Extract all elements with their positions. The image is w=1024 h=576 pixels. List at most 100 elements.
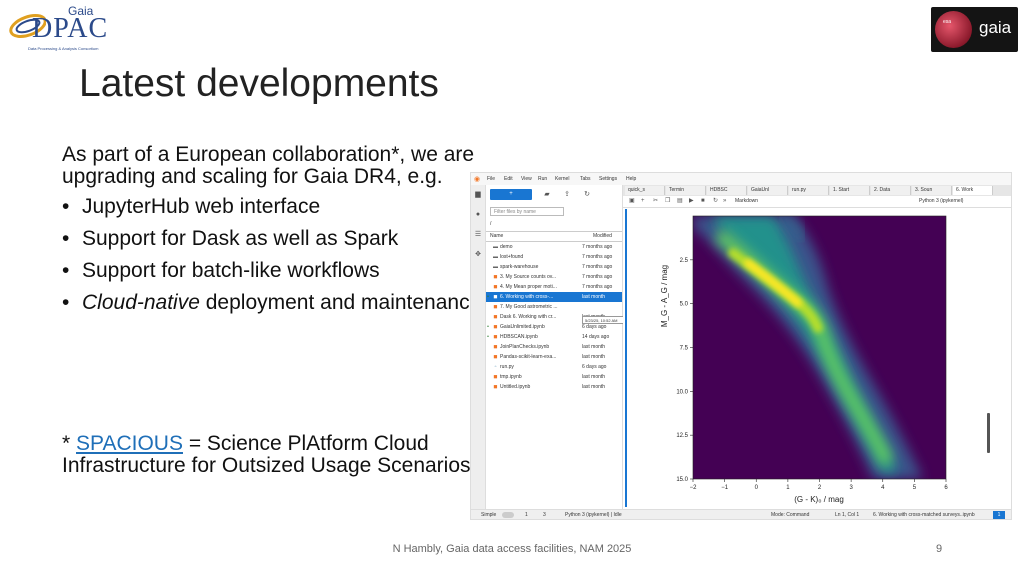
cursor-position[interactable]: Ln 1, Col 1	[835, 510, 859, 519]
kernel-status[interactable]: Python 3 (ipykernel) | Idle	[565, 510, 622, 519]
menu-tabs[interactable]: Tabs	[580, 176, 591, 182]
esa-gaia-logo: esa gaia	[931, 7, 1018, 52]
menu-edit[interactable]: Edit	[504, 176, 513, 182]
notebook-icon: ◼	[493, 314, 498, 320]
file-name: 4. My Mean proper moti...	[500, 284, 557, 290]
command-mode: Mode: Command	[771, 512, 810, 518]
jupyter-logo-icon: ◉	[474, 176, 481, 183]
file-row[interactable]: ▫ run.py 6 days ago	[486, 362, 622, 372]
bullet-item: Cloud-native deployment and maintenance	[62, 291, 490, 315]
extension-icon[interactable]: ✥	[474, 251, 482, 259]
menu-kernel[interactable]: Kernel	[555, 176, 569, 182]
tab-0[interactable]: quick_s	[625, 186, 665, 195]
breadcrumb[interactable]: /	[490, 221, 491, 227]
y-axis-label: M_G - A_G / mag	[660, 265, 669, 327]
folder-icon[interactable]: ▆	[474, 191, 482, 199]
cut-icon[interactable]: ✂	[653, 197, 658, 206]
file-row[interactable]: ◼ 7. My Good astrometric ...	[486, 302, 622, 312]
tab-6[interactable]: 2. Data	[871, 186, 911, 195]
bullet-emphasis: Cloud-native	[82, 291, 200, 314]
file-row[interactable]: ◼ Pandas-scikit-learn-exa... last month	[486, 352, 622, 362]
file-row[interactable]: ▬ spark-warehouse 7 months ago	[486, 262, 622, 272]
file-name: Pandas-scikit-learn-exa...	[500, 354, 557, 360]
new-folder-icon[interactable]: ▰	[542, 190, 552, 200]
dpac-subtitle: Data Processing & Analysis Consortium	[28, 46, 99, 51]
bullet-item: Support for Dask as well as Spark	[62, 228, 490, 251]
menu-view[interactable]: View	[521, 176, 532, 182]
slide-title: Latest developments	[79, 62, 439, 105]
file-name: 7. My Good astrometric ...	[500, 304, 558, 310]
y-tick-label: 15.0	[676, 477, 688, 483]
simple-mode-toggle[interactable]	[502, 512, 514, 518]
file-row[interactable]: ◼ tmp.ipynb last month	[486, 372, 622, 382]
notebook-icon: ◼	[493, 334, 498, 340]
y-tick-label: 12.5	[676, 433, 688, 439]
x-tick-label: 3	[849, 485, 853, 491]
file-row[interactable]: ◼ 3. My Source counts ov... 7 months ago	[486, 272, 622, 282]
run-icon[interactable]: ▶	[689, 197, 694, 206]
file-name: spark-warehouse	[500, 264, 539, 270]
notification-badge[interactable]: 1	[993, 511, 1005, 519]
notebook-icon: ◼	[493, 274, 498, 280]
bullet-text: deployment and maintenance	[199, 291, 482, 314]
kernel-count[interactable]: 3	[543, 510, 546, 519]
menu-run[interactable]: Run	[538, 176, 547, 182]
cell-type-select[interactable]: Markdown	[735, 197, 758, 206]
file-name: lost+found	[500, 254, 524, 260]
x-tick-label: 6	[944, 485, 948, 491]
refresh-icon[interactable]: ↻	[582, 190, 592, 200]
terminal-count[interactable]: 1	[525, 510, 528, 519]
notebook-icon: ◼	[493, 284, 498, 290]
intro-text: As part of a European collaboration*, we…	[62, 143, 475, 188]
spacious-link[interactable]: SPACIOUS	[76, 432, 183, 455]
hr-diagram-chart: −2 −1 0 1 2 3 4 5 6 2.5 5.0 7.5 10.0 12.5 15.0 (G - K…	[660, 215, 948, 504]
toc-icon[interactable]: ☰	[474, 231, 482, 239]
menu-settings[interactable]: Settings	[599, 176, 617, 182]
x-tick-label: 4	[881, 485, 885, 491]
tab-5[interactable]: 1. Start	[830, 186, 870, 195]
tab-2[interactable]: HDBSC	[707, 186, 747, 195]
tab-1[interactable]: Termin	[666, 186, 706, 195]
tab-4[interactable]: run.py	[789, 186, 829, 195]
file-row[interactable]: ▬ lost+found 7 months ago	[486, 252, 622, 262]
menu-help[interactable]: Help	[626, 176, 636, 182]
file-row[interactable]: ◼ 4. My Mean proper moti... 7 months ago	[486, 282, 622, 292]
save-icon[interactable]: ▣	[629, 197, 635, 206]
file-name: 6. Working with cross-...	[500, 294, 554, 300]
restart-icon[interactable]: ↻	[713, 197, 718, 206]
file-row[interactable]: ▬ demo 7 months ago	[486, 242, 622, 252]
running-icon[interactable]: ●	[474, 211, 482, 219]
menu-file[interactable]: File	[487, 176, 495, 182]
slide-body: As part of a European collaboration*, we…	[62, 143, 490, 315]
modified-column-header[interactable]: Modified	[593, 232, 612, 241]
notebook-scrollbar[interactable]	[987, 413, 990, 453]
copy-icon[interactable]: ❐	[665, 197, 670, 206]
file-row[interactable]: ◼ Untitled.ipynb last month	[486, 382, 622, 392]
tab-8[interactable]: 6. Work	[953, 186, 993, 195]
stop-icon[interactable]: ■	[701, 197, 705, 206]
active-cell-marker	[625, 209, 627, 507]
x-tick-label: −2	[690, 485, 698, 491]
new-launcher-button[interactable]: +	[490, 189, 532, 200]
file-name: tmp.ipynb	[500, 374, 522, 380]
file-row[interactable]: • ◼ 6. Working with cross-... last month	[486, 292, 622, 302]
insert-cell-icon[interactable]: +	[641, 197, 645, 206]
paste-icon[interactable]: ▤	[677, 197, 683, 206]
y-tick-label: 7.5	[680, 346, 689, 352]
file-list-header: Name Modified	[486, 231, 622, 242]
kernel-name[interactable]: Python 3 (ipykernel)	[919, 197, 963, 206]
name-column-header[interactable]: Name	[490, 232, 503, 241]
x-tick-label: −1	[721, 485, 729, 491]
filter-files-input[interactable]: Filter files by name	[490, 207, 564, 216]
fast-forward-icon[interactable]: »	[723, 197, 726, 206]
notebook-toolbar: ▣ + ✂ ❐ ▤ ▶ ■ ↻ » Markdown Python 3 (ipy…	[623, 196, 1011, 208]
tab-7[interactable]: 3. Soun	[912, 186, 952, 195]
dpac-logo: Gaia DPAC Data Processing & Analysis Con…	[4, 4, 107, 52]
jupyterlab-window: ◉ File Edit View Run Kernel Tabs Settings Help …	[470, 172, 1012, 520]
bullet-text: Support for batch-like workflows	[82, 259, 380, 282]
file-browser: + ▰ ⇪ ↻ Filter files by name / Name Modi…	[486, 185, 640, 509]
tab-3[interactable]: GaiaUnl	[748, 186, 788, 195]
file-row[interactable]: ◼ JoinPlanChecks.ipynb last month	[486, 342, 622, 352]
file-row[interactable]: • ◼ HDBSCAN.ipynb 14 days ago	[486, 332, 622, 342]
upload-icon[interactable]: ⇪	[562, 190, 572, 200]
